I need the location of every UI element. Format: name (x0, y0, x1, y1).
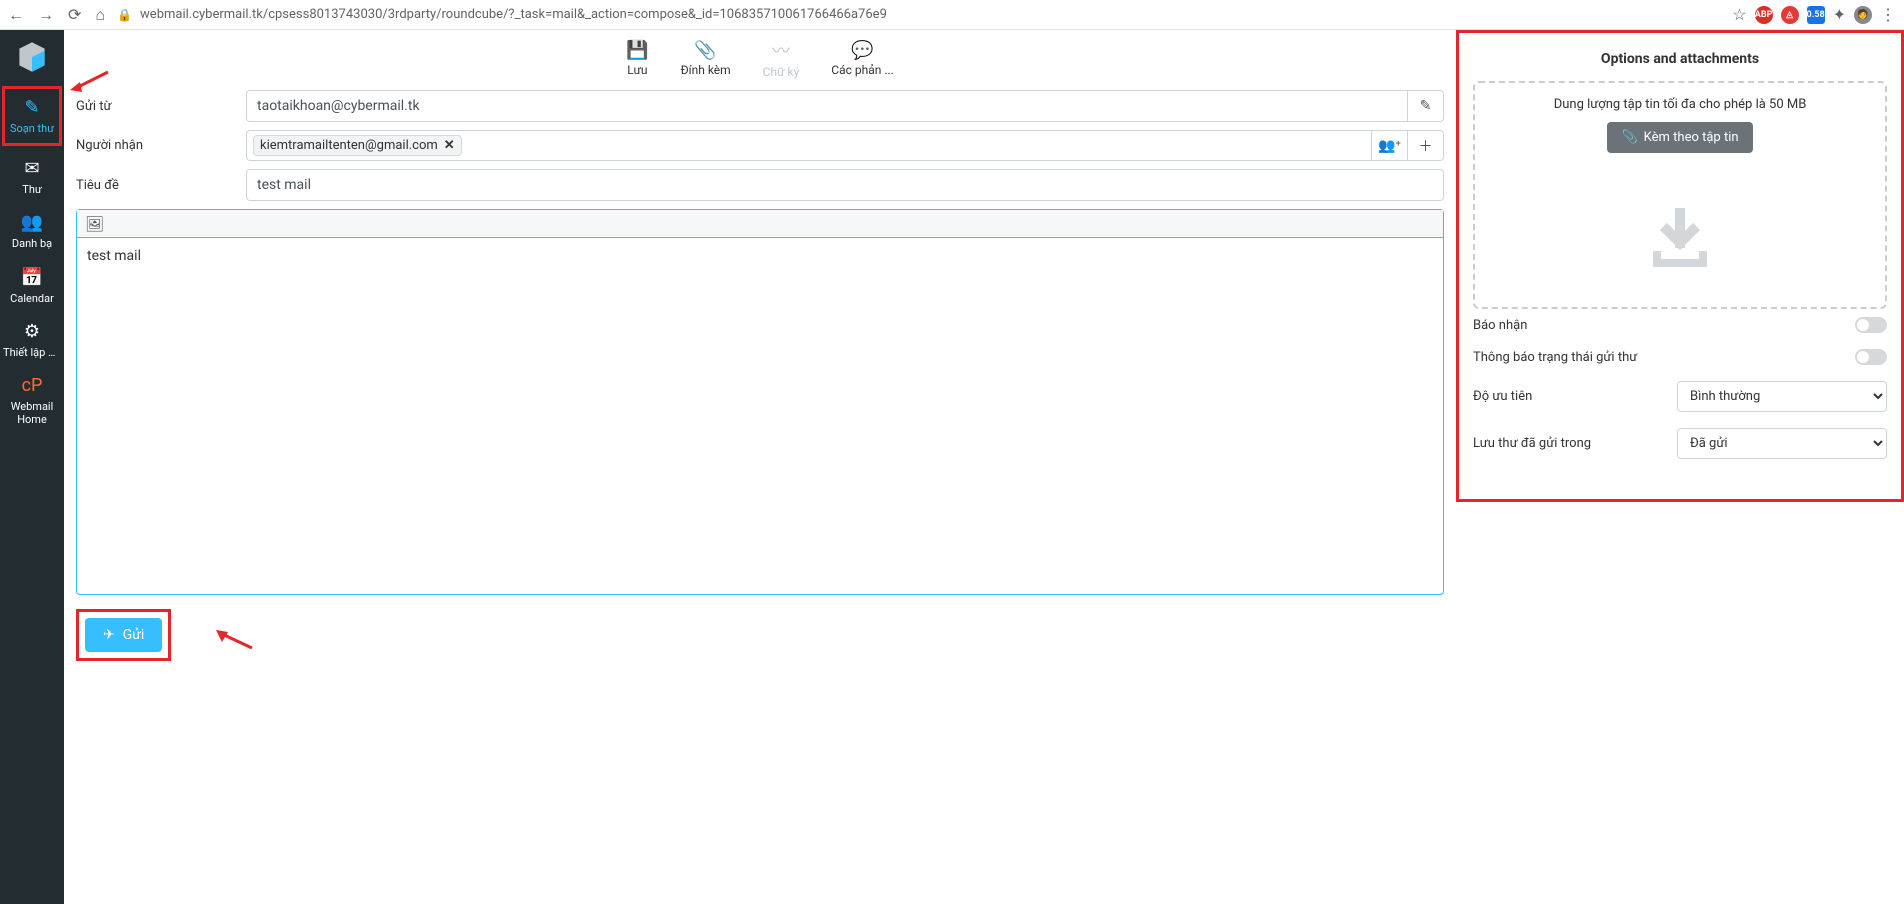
reload-button[interactable]: ⟳ (68, 5, 81, 24)
comment-icon: 💬 (851, 40, 873, 61)
max-file-size: Dung lượng tập tin tối đa cho phép là 50… (1485, 97, 1875, 112)
subject-input[interactable]: test mail (246, 169, 1444, 201)
home-button[interactable]: ⌂ (95, 5, 105, 25)
url-text: webmail.cybermail.tk/cpsess8013743030/3r… (140, 7, 887, 22)
sidebar-compose-label: Soạn thư (10, 122, 54, 135)
compose-toolbar: 💾 Lưu 📎 Đính kèm 〰 Chữ ký 💬 Các phản ... (64, 30, 1456, 80)
gear-icon: ⚙ (24, 321, 40, 342)
extension-icon-red[interactable]: ◬ (1781, 6, 1799, 24)
toolbar-attach[interactable]: 📎 Đính kèm (681, 40, 731, 77)
sidebar-webmail-home-label-1: Webmail (11, 400, 54, 413)
from-row: Gửi từ taotaikhoan@cybermail.tk ✎ (76, 90, 1444, 122)
back-button[interactable]: ← (8, 5, 24, 25)
toolbar-attach-label: Đính kèm (681, 63, 731, 77)
save-sent-row: Lưu thư đã gửi trong Đã gửi (1459, 420, 1901, 467)
sidebar-mail-label: Thư (22, 183, 41, 196)
toolbar-responses-label: Các phản ... (831, 63, 894, 77)
insert-image-icon[interactable]: 🖼 (85, 215, 104, 233)
toolbar-save[interactable]: 💾 Lưu (626, 40, 648, 77)
extension-icons: ☆ ABP ◬ 0.58 ✦ 🧑 ⋮ (1732, 5, 1896, 24)
pencil-icon: ✎ (1420, 98, 1432, 114)
sidebar-calendar-label: Calendar (10, 292, 54, 305)
compose-icon: ✎ (24, 97, 39, 118)
compose-form: Gửi từ taotaikhoan@cybermail.tk ✎ Người … (64, 80, 1456, 661)
add-contact-icon: 👥⁺ (1378, 138, 1401, 154)
dsn-row: Thông báo trạng thái gửi thư (1459, 341, 1901, 373)
app-logo (11, 36, 53, 78)
toolbar-save-label: Lưu (627, 63, 647, 77)
dsn-label: Thông báo trạng thái gửi thư (1473, 350, 1855, 365)
toolbar-signature[interactable]: 〰 Chữ ký (763, 37, 800, 79)
plus-icon: ＋ (1419, 136, 1433, 156)
toolbar-signature-label: Chữ ký (763, 65, 800, 79)
main-content: 💾 Lưu 📎 Đính kèm 〰 Chữ ký 💬 Các phản ...… (64, 30, 1456, 904)
forward-button[interactable]: → (38, 5, 54, 25)
dsn-toggle[interactable] (1855, 349, 1887, 365)
send-icon: ✈ (103, 627, 115, 643)
cpanel-icon: cP (22, 375, 43, 396)
paperclip-icon: 📎 (1621, 130, 1637, 145)
edit-identities-button[interactable]: ✎ (1408, 90, 1444, 122)
bookmark-star-icon[interactable]: ☆ (1732, 5, 1746, 24)
priority-select[interactable]: Bình thường (1677, 381, 1887, 412)
send-button[interactable]: ✈ Gửi (85, 618, 162, 652)
return-receipt-label: Báo nhận (1473, 318, 1855, 333)
subject-label: Tiêu đề (76, 178, 246, 193)
extensions-puzzle-icon[interactable]: ✦ (1833, 5, 1846, 24)
priority-row: Độ ưu tiên Bình thường (1459, 373, 1901, 420)
contacts-icon: 👥 (21, 212, 43, 233)
remove-recipient-button[interactable]: ✕ (444, 138, 455, 153)
save-icon: 💾 (626, 40, 648, 61)
priority-label: Độ ưu tiên (1473, 389, 1677, 404)
extension-icon-blue[interactable]: 0.58 (1807, 6, 1825, 24)
from-input[interactable]: taotaikhoan@cybermail.tk (246, 90, 1408, 122)
attach-file-label: Kèm theo tập tin (1644, 130, 1739, 145)
sidebar-calendar[interactable]: 📅 Calendar (2, 259, 62, 313)
editor-toolbar: 🖼 (77, 210, 1443, 238)
calendar-icon: 📅 (21, 267, 43, 288)
toolbar-responses[interactable]: 💬 Các phản ... (831, 40, 894, 77)
sidebar-webmail-home[interactable]: cP Webmail Home (2, 367, 62, 434)
sidebar-webmail-home-label-2: Home (17, 413, 47, 426)
sidebar-contacts-label: Danh bạ (12, 237, 52, 250)
lock-icon: 🔒 (117, 8, 132, 22)
sidebar-settings-label: Thiết lập cấ... (3, 346, 61, 359)
sidebar-settings[interactable]: ⚙ Thiết lập cấ... (2, 313, 62, 367)
recipient-tag: kiemtramailtenten@gmail.com ✕ (253, 135, 462, 156)
options-title: Options and attachments (1459, 33, 1901, 81)
send-row: ✈ Gửi (76, 609, 1444, 661)
paperclip-icon: 📎 (694, 40, 716, 61)
return-receipt-toggle[interactable] (1855, 317, 1887, 333)
sidebar-compose[interactable]: ✎ Soạn thư (2, 86, 62, 146)
mail-icon: ✉ (24, 158, 39, 179)
sidebar-mail[interactable]: ✉ Thư (2, 150, 62, 204)
from-label: Gửi từ (76, 99, 246, 114)
to-label: Người nhận (76, 138, 246, 153)
download-icon (1485, 203, 1875, 277)
recipient-email: kiemtramailtenten@gmail.com (260, 138, 438, 153)
add-header-button[interactable]: ＋ (1408, 130, 1444, 161)
attach-file-button[interactable]: 📎 Kèm theo tập tin (1607, 122, 1752, 153)
profile-avatar[interactable]: 🧑 (1854, 6, 1872, 24)
annotation-arrow-send (214, 628, 254, 652)
signature-icon: 〰 (772, 37, 790, 63)
browser-menu-icon[interactable]: ⋮ (1880, 5, 1896, 24)
attachment-dropzone[interactable]: Dung lượng tập tin tối đa cho phép là 50… (1473, 81, 1887, 309)
editor: 🖼 test mail (76, 209, 1444, 595)
browser-chrome: ← → ⟳ ⌂ 🔒 webmail.cybermail.tk/cpsess801… (0, 0, 1904, 30)
abp-extension-icon[interactable]: ABP (1755, 6, 1773, 24)
to-input[interactable]: kiemtramailtenten@gmail.com ✕ (246, 130, 1372, 161)
message-body[interactable]: test mail (77, 238, 1443, 594)
add-contact-button[interactable]: 👥⁺ (1372, 130, 1408, 161)
sidebar-contacts[interactable]: 👥 Danh bạ (2, 204, 62, 258)
return-receipt-row: Báo nhận (1459, 309, 1901, 341)
send-label: Gửi (123, 627, 145, 643)
save-sent-select[interactable]: Đã gửi (1677, 428, 1887, 459)
to-row: Người nhận kiemtramailtenten@gmail.com ✕… (76, 130, 1444, 161)
subject-row: Tiêu đề test mail (76, 169, 1444, 201)
address-bar[interactable]: 🔒 webmail.cybermail.tk/cpsess8013743030/… (117, 7, 1720, 22)
options-attachments-panel: Options and attachments Dung lượng tập t… (1456, 30, 1904, 502)
app-sidebar: ✎ Soạn thư ✉ Thư 👥 Danh bạ 📅 Calendar ⚙ … (0, 30, 64, 904)
save-sent-label: Lưu thư đã gửi trong (1473, 436, 1677, 451)
